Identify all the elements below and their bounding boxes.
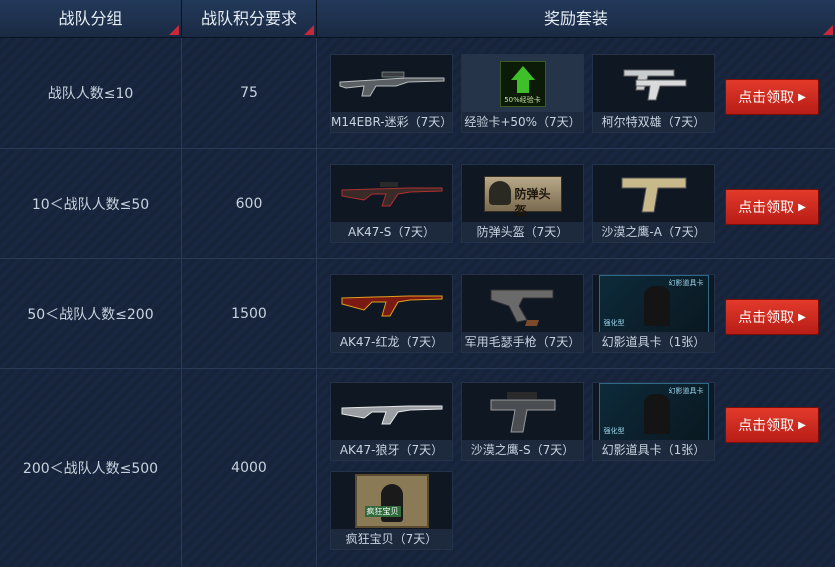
rifle-m14ebr-camo-icon bbox=[331, 55, 452, 113]
reward-item-label: 沙漠之鹰-A（7天） bbox=[593, 222, 714, 242]
phantom-card-badge-sub: 强化型 bbox=[603, 427, 625, 435]
rifle-ak47-s-icon bbox=[331, 165, 452, 223]
reward-item: 疯狂宝贝 疯狂宝贝（7天） bbox=[330, 471, 453, 550]
phantom-item-card-icon: 幻影道具卡强化型 bbox=[593, 275, 714, 333]
team-reward-table: 战队分组 战队积分要求 奖励套装 战队人数≤10 75 M14EBR-迷彩（7天… bbox=[0, 0, 835, 567]
points-cell: 1500 bbox=[182, 259, 317, 368]
header-team-group: 战队分组 bbox=[0, 0, 182, 38]
team-group-text: 200＜战队人数≤500 bbox=[22, 461, 159, 477]
table-row: 10＜战队人数≤50 600 AK47-S（7天） 防弹头盔 防弹头盔（7天） … bbox=[0, 149, 835, 259]
reward-item-label: 防弹头盔（7天） bbox=[462, 222, 583, 242]
reward-item: 50%经验卡 经验卡+50%（7天） bbox=[461, 54, 584, 133]
points-text: 600 bbox=[235, 195, 263, 212]
helmet-icon: 防弹头盔 bbox=[462, 165, 583, 223]
reward-item-label: AK47-S（7天） bbox=[331, 222, 452, 242]
claim-button-label: 点击领取 bbox=[738, 200, 795, 216]
rewards-cell: AK47-红龙（7天） 军用毛瑟手枪（7天） 幻影道具卡强化型 幻影道具卡（1张… bbox=[317, 259, 835, 368]
header-team-points: 战队积分要求 bbox=[182, 0, 317, 38]
phantom-item-card-icon: 幻影道具卡强化型 bbox=[593, 383, 714, 441]
reward-item-label: 柯尔特双雄（7天） bbox=[593, 112, 714, 132]
reward-item: AK47-红龙（7天） bbox=[330, 274, 453, 353]
points-cell: 600 bbox=[182, 149, 317, 258]
claim-button[interactable]: 点击领取 ▶ bbox=[725, 299, 819, 335]
claim-button[interactable]: 点击领取 ▶ bbox=[725, 79, 819, 115]
helmet-badge-text: 防弹头盔 bbox=[514, 187, 551, 218]
team-group-text: 50＜战队人数≤200 bbox=[27, 306, 154, 323]
header-team-group-label: 战队分组 bbox=[58, 9, 123, 28]
desert-eagle-s-icon bbox=[462, 383, 583, 441]
team-group-cell: 200＜战队人数≤500 bbox=[0, 369, 182, 567]
sort-corner-icon bbox=[823, 25, 833, 35]
reward-item-label: 军用毛瑟手枪（7天） bbox=[462, 332, 583, 352]
mauser-pistol-icon bbox=[462, 275, 583, 333]
claim-button-label: 点击领取 bbox=[738, 310, 795, 326]
points-text: 4000 bbox=[231, 460, 267, 476]
rewards-cell: M14EBR-迷彩（7天） 50%经验卡 经验卡+50%（7天） 柯尔特双雄（7… bbox=[317, 38, 835, 148]
rifle-ak47-red-dragon-icon bbox=[331, 275, 452, 333]
reward-item: 幻影道具卡强化型 幻影道具卡（1张） bbox=[592, 274, 715, 353]
desert-eagle-a-icon bbox=[593, 165, 714, 223]
exp-card-icon: 50%经验卡 bbox=[462, 55, 583, 113]
rewards-cell: AK47-S（7天） 防弹头盔 防弹头盔（7天） 沙漠之鹰-A（7天） 点击领取… bbox=[317, 149, 835, 258]
reward-item: M14EBR-迷彩（7天） bbox=[330, 54, 453, 133]
points-text: 1500 bbox=[231, 305, 267, 322]
reward-item-label: AK47-狼牙（7天） bbox=[331, 440, 452, 460]
team-group-text: 战队人数≤10 bbox=[47, 86, 134, 102]
colt-dual-pistols-icon bbox=[593, 55, 714, 113]
team-group-cell: 50＜战队人数≤200 bbox=[0, 259, 182, 368]
reward-item: AK47-狼牙（7天） bbox=[330, 382, 453, 461]
reward-item: 幻影道具卡强化型 幻影道具卡（1张） bbox=[592, 382, 715, 461]
points-cell: 4000 bbox=[182, 369, 317, 567]
reward-item: 军用毛瑟手枪（7天） bbox=[461, 274, 584, 353]
header-rewards-label: 奖励套装 bbox=[543, 9, 608, 28]
team-group-text: 10＜战队人数≤50 bbox=[31, 196, 150, 213]
claim-button-label: 点击领取 bbox=[738, 418, 795, 434]
reward-item: 沙漠之鹰-A（7天） bbox=[592, 164, 715, 243]
phantom-card-badge-text: 幻影道具卡 bbox=[668, 387, 704, 395]
header-rewards: 奖励套装 bbox=[317, 0, 835, 38]
team-group-cell: 10＜战队人数≤50 bbox=[0, 149, 182, 258]
reward-item: 柯尔特双雄（7天） bbox=[592, 54, 715, 133]
header-team-points-label: 战队积分要求 bbox=[200, 9, 297, 28]
play-arrow-icon: ▶ bbox=[798, 91, 806, 103]
reward-item-label: 幻影道具卡（1张） bbox=[593, 332, 714, 352]
reward-item-label: 幻影道具卡（1张） bbox=[593, 440, 714, 460]
reward-item: AK47-S（7天） bbox=[330, 164, 453, 243]
points-cell: 75 bbox=[182, 38, 317, 148]
reward-item: 沙漠之鹰-S（7天） bbox=[461, 382, 584, 461]
table-row: 战队人数≤10 75 M14EBR-迷彩（7天） 50%经验卡 经验卡+50%（… bbox=[0, 38, 835, 149]
reward-item-label: 经验卡+50%（7天） bbox=[462, 112, 583, 132]
table-row: 50＜战队人数≤200 1500 AK47-红龙（7天） 军用毛瑟手枪（7天） … bbox=[0, 259, 835, 369]
play-arrow-icon: ▶ bbox=[798, 201, 806, 213]
table-row: 200＜战队人数≤500 4000 AK47-狼牙（7天） 沙漠之鹰-S（7天）… bbox=[0, 369, 835, 567]
crazy-baby-badge-text: 疯狂宝贝 bbox=[364, 506, 401, 517]
points-text: 75 bbox=[240, 85, 258, 101]
sort-corner-icon bbox=[169, 25, 179, 35]
reward-item: 防弹头盔 防弹头盔（7天） bbox=[461, 164, 584, 243]
sort-corner-icon bbox=[304, 25, 314, 35]
reward-item-label: M14EBR-迷彩（7天） bbox=[331, 112, 452, 132]
reward-item-label: 疯狂宝贝（7天） bbox=[331, 529, 452, 549]
rewards-cell: AK47-狼牙（7天） 沙漠之鹰-S（7天） 幻影道具卡强化型 幻影道具卡（1张… bbox=[317, 369, 835, 567]
play-arrow-icon: ▶ bbox=[798, 419, 806, 431]
reward-item-label: AK47-红龙（7天） bbox=[331, 332, 452, 352]
exp-card-badge-text: 50%经验卡 bbox=[504, 96, 541, 104]
claim-button[interactable]: 点击领取 ▶ bbox=[725, 407, 819, 443]
team-group-cell: 战队人数≤10 bbox=[0, 38, 182, 148]
phantom-card-badge-sub: 强化型 bbox=[603, 319, 625, 327]
play-arrow-icon: ▶ bbox=[798, 311, 806, 323]
reward-item-label: 沙漠之鹰-S（7天） bbox=[462, 440, 583, 460]
rifle-ak47-wolf-fang-icon bbox=[331, 383, 452, 441]
crazy-baby-character-icon: 疯狂宝贝 bbox=[331, 472, 452, 530]
phantom-card-badge-text: 幻影道具卡 bbox=[668, 279, 704, 287]
claim-button[interactable]: 点击领取 ▶ bbox=[725, 189, 819, 225]
claim-button-label: 点击领取 bbox=[738, 90, 795, 106]
